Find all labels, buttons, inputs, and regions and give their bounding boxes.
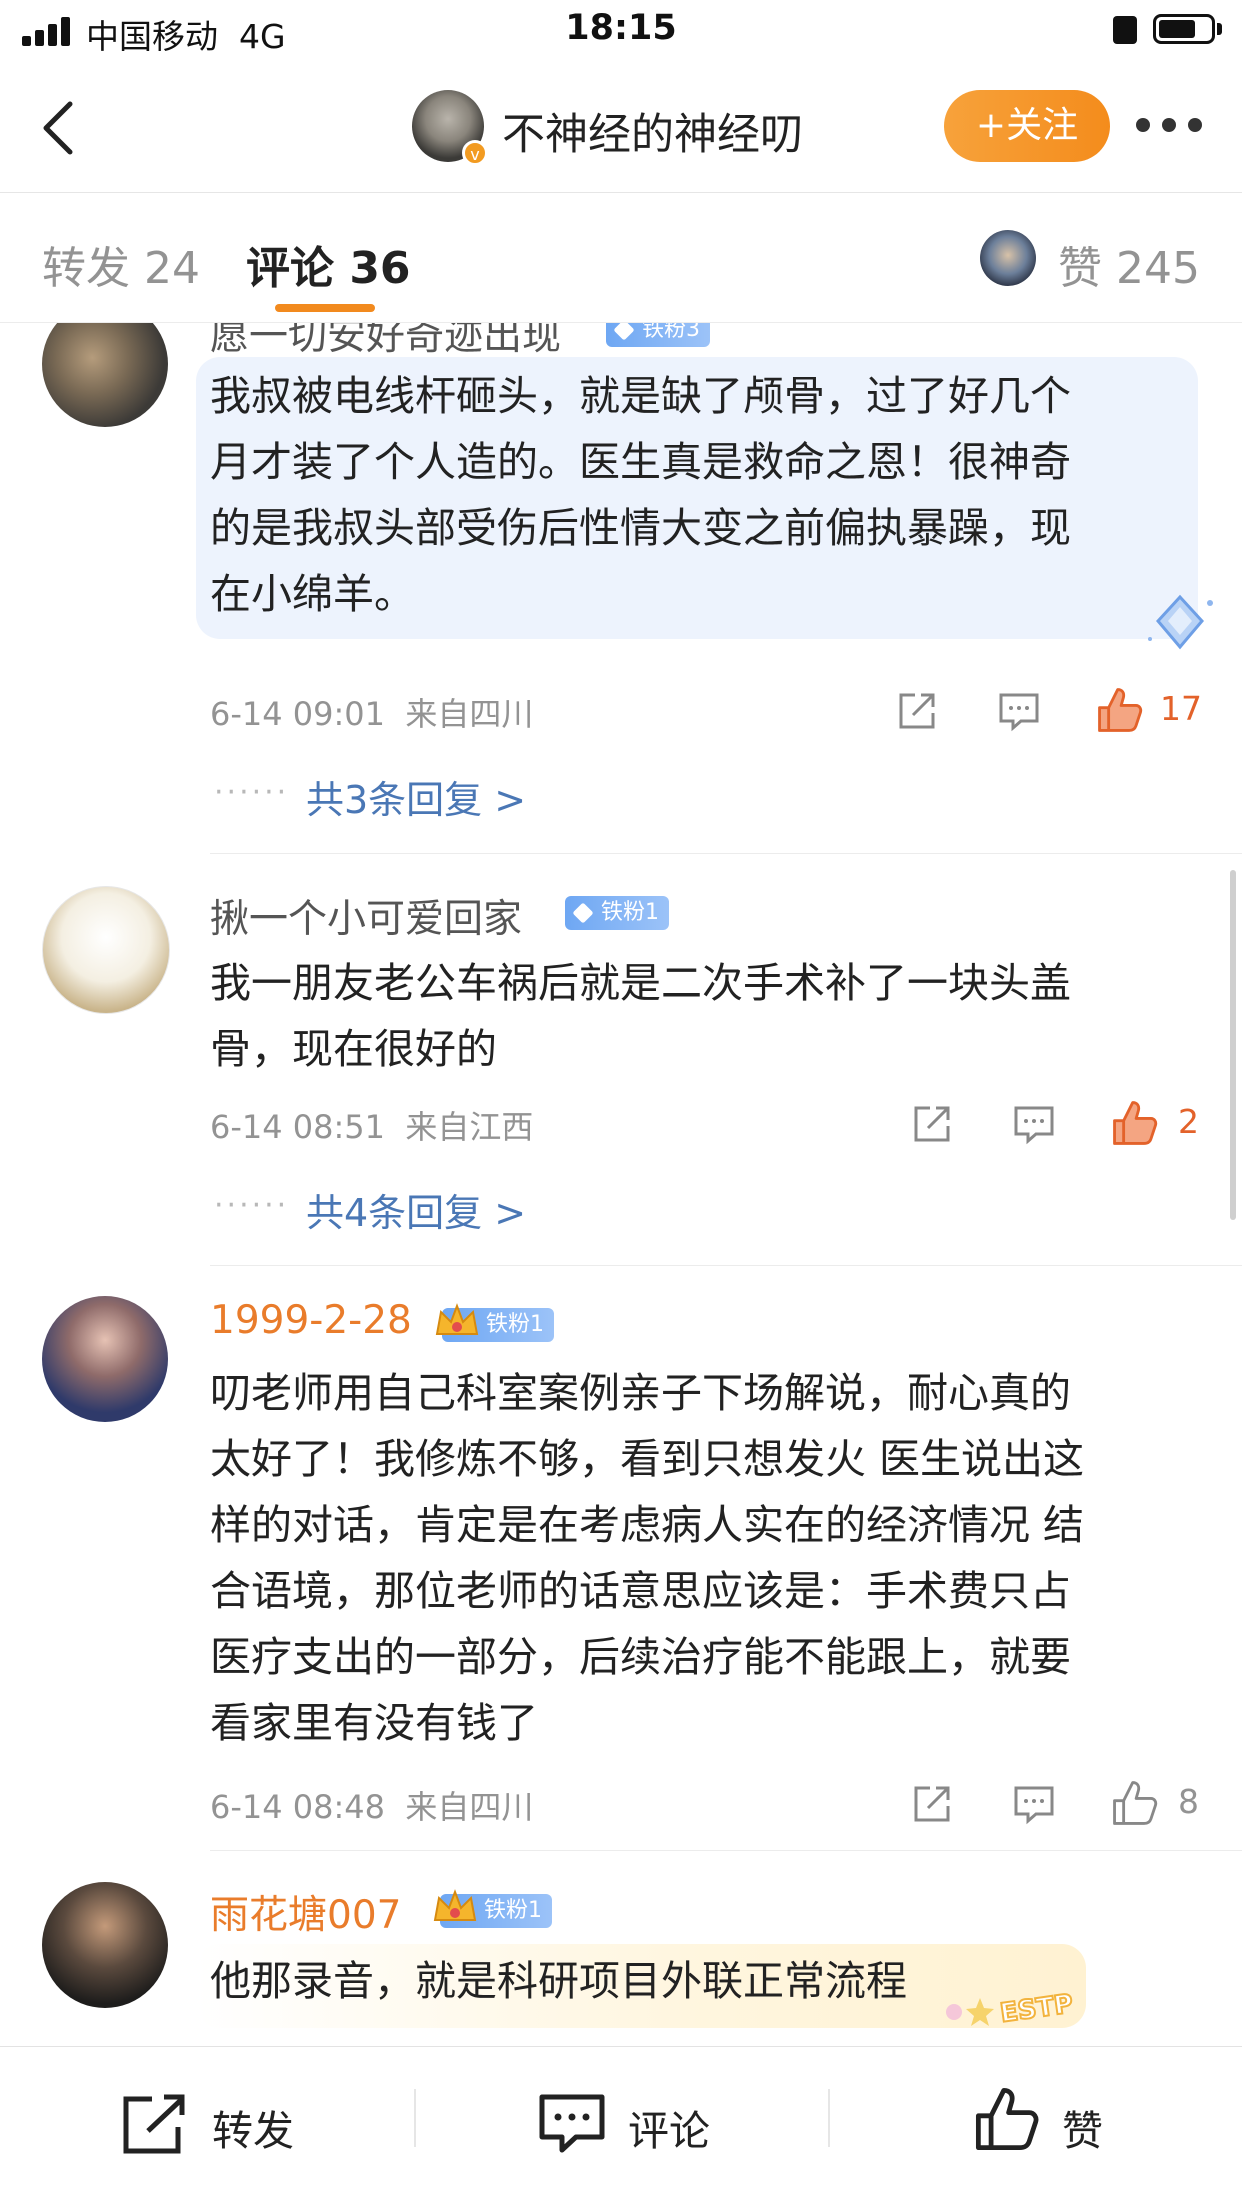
comment-text: 我一朋友老公车祸后就是二次手术补了一块头盖 骨，现在很好的 xyxy=(210,959,1071,1073)
like-icon[interactable] xyxy=(1095,685,1145,735)
like-count: 2 xyxy=(1178,1102,1199,1141)
comment-text: 叨老师用自己科室案例亲子下场解说，耐心真的 太好了！我修炼不够，看到只想发火 医… xyxy=(210,1369,1085,1747)
comment-meta: 6-14 08:51 来自江西 xyxy=(210,1108,534,1146)
username[interactable]: 愿一切安好奇迹出现 xyxy=(210,323,561,361)
comment-item: 愿一切安好奇迹出现 铁粉3 我叔被电线杆砸头，就是缺了颅骨，过了好几个 月才装了… xyxy=(0,323,1242,853)
bottom-action-bar: 转发 评论 赞 xyxy=(0,2046,1242,2209)
avatar[interactable] xyxy=(42,323,168,427)
like-icon[interactable] xyxy=(1110,1778,1160,1828)
like-count: 17 xyxy=(1160,689,1202,728)
repost-icon xyxy=(123,2094,185,2154)
crown-icon xyxy=(433,1889,477,1921)
view-replies-link[interactable]: 共3条回复 > xyxy=(306,769,526,824)
like-button[interactable]: 赞 xyxy=(972,2083,1132,2167)
like-count: 8 xyxy=(1178,1782,1199,1821)
divider xyxy=(828,2089,830,2147)
fan-badge: 铁粉1 xyxy=(565,896,669,930)
reply-dots: ······ xyxy=(214,1188,290,1223)
avatar[interactable] xyxy=(42,1296,168,1422)
comment-item: 雨花塘007 铁粉1 他那录音，就是科研项目外联正常流程 ESTP xyxy=(0,1862,1242,2046)
crown-icon xyxy=(435,1303,479,1335)
comment-icon[interactable] xyxy=(1012,1782,1056,1826)
more-icon[interactable] xyxy=(1130,118,1210,138)
fan-badge: 铁粉1 xyxy=(433,1889,552,1928)
diamond-sticker-icon xyxy=(1148,594,1213,650)
author-name[interactable]: 不神经的神经叨 xyxy=(502,100,803,162)
divider xyxy=(210,853,1242,854)
like-icon[interactable] xyxy=(1110,1098,1160,1148)
share-icon[interactable] xyxy=(910,1102,954,1146)
comment-text: 我叔被电线杆砸头，就是缺了颅骨，过了好几个 月才装了个人造的。医生真是救命之恩！… xyxy=(210,372,1071,618)
share-icon[interactable] xyxy=(910,1782,954,1826)
comment-icon xyxy=(539,2094,605,2153)
liker-avatar xyxy=(980,230,1036,286)
comment-label: 评论 xyxy=(628,2107,710,2155)
clock: 18:15 xyxy=(565,8,677,48)
tab-active-indicator xyxy=(275,304,375,312)
reply-dots: ······ xyxy=(214,775,290,810)
fan-badge: 铁粉1 xyxy=(435,1303,554,1342)
repost-label: 转发 xyxy=(212,2107,294,2155)
comment-icon[interactable] xyxy=(1012,1102,1056,1146)
estp-label: ESTP xyxy=(997,1988,1076,2030)
username[interactable]: 1999-2-28 xyxy=(210,1298,412,1343)
comment-icon[interactable] xyxy=(997,689,1041,733)
comment-meta: 6-14 09:01 来自四川 xyxy=(210,695,534,733)
divider xyxy=(414,2089,416,2147)
divider xyxy=(210,1265,1242,1266)
comment-meta: 6-14 08:48 来自四川 xyxy=(210,1788,534,1826)
back-arrow-icon[interactable] xyxy=(30,98,90,158)
verified-badge-icon: v xyxy=(462,140,488,166)
orientation-lock-icon xyxy=(1113,16,1137,44)
like-label: 赞 xyxy=(1062,2107,1103,2155)
scrollbar[interactable] xyxy=(1230,870,1236,1220)
comment-item: 揪一个小可爱回家 铁粉1 我一朋友老公车祸后就是二次手术补了一块头盖 骨，现在很… xyxy=(0,870,1242,1260)
avatar[interactable] xyxy=(42,886,170,1014)
repost-button[interactable]: 转发 xyxy=(120,2087,320,2167)
avatar[interactable] xyxy=(42,1882,168,2008)
view-replies-link[interactable]: 共4条回复 > xyxy=(306,1182,526,1237)
nav-bar: v 不神经的神经叨 +关注 xyxy=(0,62,1242,193)
comment-item: 1999-2-28 铁粉1 叨老师用自己科室案例亲子下场解说，耐心真的 太好了！… xyxy=(0,1280,1242,1840)
battery-icon xyxy=(1153,14,1215,44)
username[interactable]: 揪一个小可爱回家 xyxy=(210,888,522,944)
share-icon[interactable] xyxy=(895,689,939,733)
status-bar: 中国移动 4G 18:15 xyxy=(0,0,1242,62)
follow-button[interactable]: +关注 xyxy=(944,90,1110,162)
username[interactable]: 雨花塘007 xyxy=(210,1884,401,1940)
tab-comment[interactable]: 评论 36 xyxy=(246,232,411,296)
like-icon xyxy=(975,2087,1039,2151)
tab-like[interactable]: 赞 245 xyxy=(1058,232,1200,296)
divider xyxy=(210,1850,1242,1851)
estp-sticker: ESTP xyxy=(940,1986,1100,2036)
star-sticker-icon xyxy=(946,1998,994,2026)
tab-bar: 转发 24 评论 36 赞 245 xyxy=(0,192,1242,323)
tab-repost[interactable]: 转发 24 xyxy=(42,232,200,296)
comment-button[interactable]: 评论 xyxy=(536,2087,736,2167)
battery-tip xyxy=(1217,23,1222,35)
fan-badge: 铁粉3 xyxy=(606,323,710,347)
